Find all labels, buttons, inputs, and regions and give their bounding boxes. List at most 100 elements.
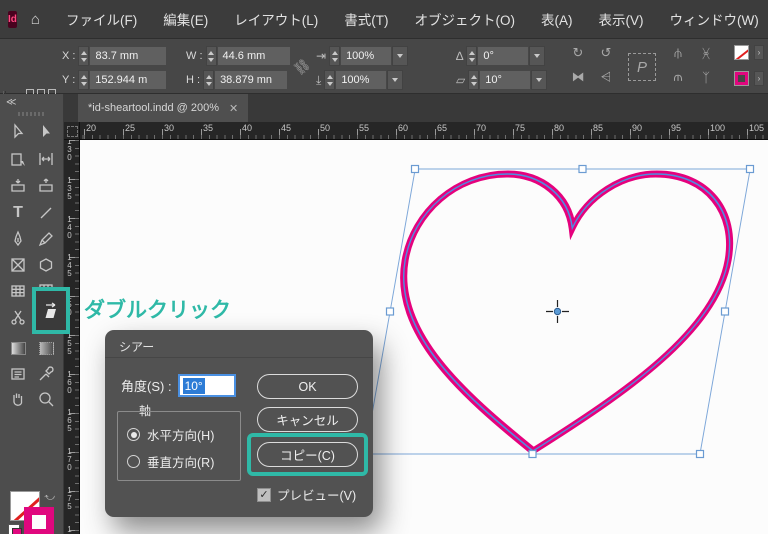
hand-tool[interactable] xyxy=(4,387,32,411)
fill-none-swatch[interactable] xyxy=(734,45,749,60)
dialog-title-separator xyxy=(105,357,373,358)
gap-tool[interactable] xyxy=(32,147,60,171)
copy-button[interactable]: コピー(C) xyxy=(257,442,358,467)
tab-close-icon[interactable]: ✕ xyxy=(229,102,238,115)
rotation-dropdown[interactable] xyxy=(529,46,546,66)
menu-object[interactable]: オブジェクト(O) xyxy=(414,9,515,29)
page-tool[interactable] xyxy=(4,147,32,171)
distribute-children-icon[interactable]: ⫛ xyxy=(668,43,688,63)
panel-drag-grip[interactable] xyxy=(18,112,46,116)
rotate-cw-icon[interactable]: ↻ xyxy=(568,43,588,63)
scale-y-dropdown[interactable] xyxy=(387,70,404,90)
scale-y-stepper[interactable] xyxy=(324,70,336,90)
shear-dialog: シアー 角度(S) : 10° OK キャンセル コピー(C) 軸 水平方向(H… xyxy=(105,330,373,517)
content-placer-tool[interactable] xyxy=(32,174,60,198)
h-field[interactable]: 38.879 mn xyxy=(214,70,289,90)
v-ruler-label: 140 xyxy=(65,214,74,239)
rotation-angle-icon: ∆ xyxy=(456,49,464,63)
home-icon[interactable]: ⌂ xyxy=(31,11,40,28)
pencil-tool[interactable] xyxy=(32,227,60,251)
menu-type[interactable]: 書式(T) xyxy=(344,9,388,29)
menu-edit[interactable]: 編集(E) xyxy=(163,9,208,29)
transform-center-target[interactable] xyxy=(546,300,569,323)
menu-window[interactable]: ウィンドウ(W) xyxy=(669,9,758,29)
menu-view[interactable]: 表示(V) xyxy=(598,9,643,29)
h-ruler-label: 55 xyxy=(359,123,370,133)
h-ruler-label: 75 xyxy=(515,123,526,133)
rotate-ccw-icon[interactable]: ↺ xyxy=(596,43,616,63)
rotation-field[interactable]: 0° xyxy=(477,46,530,66)
h-ruler-label: 50 xyxy=(320,123,331,133)
direct-selection-tool[interactable] xyxy=(32,120,60,144)
angle-input[interactable]: 10° xyxy=(177,374,236,397)
default-fill-stroke-icon[interactable] xyxy=(8,524,22,534)
select-container-icon[interactable]: P xyxy=(628,53,656,81)
flip-vertical-icon[interactable]: ⩤ xyxy=(596,67,616,87)
w-stepper[interactable] xyxy=(205,46,217,66)
collapse-panel-icon[interactable]: ≪ xyxy=(6,97,17,108)
h-ruler-label: 90 xyxy=(632,123,643,133)
swap-fill-stroke-icon[interactable]: ⤸ xyxy=(44,495,55,501)
scissors-tool[interactable] xyxy=(4,305,32,329)
menu-file[interactable]: ファイル(F) xyxy=(66,9,137,29)
h-stepper[interactable] xyxy=(203,70,215,90)
x-field[interactable]: 83.7 mm xyxy=(89,46,168,66)
scale-y-icon: ⤓ xyxy=(316,72,322,87)
shear-tool-highlight[interactable] xyxy=(32,287,70,334)
frame-tool[interactable] xyxy=(4,253,32,277)
shear-stepper[interactable] xyxy=(468,70,480,90)
x-label: X : xyxy=(62,50,76,62)
selection-tool[interactable] xyxy=(4,120,32,144)
ruler-origin-corner[interactable] xyxy=(64,122,80,140)
distribute-right-icon[interactable]: ᛉ xyxy=(696,67,716,87)
fill-expand-button[interactable]: › xyxy=(754,45,764,60)
shear-dropdown[interactable] xyxy=(531,70,548,90)
constrain-wh-icon[interactable]: ⛓ xyxy=(288,53,316,81)
scale-x-dropdown[interactable] xyxy=(392,46,409,66)
h-ruler-label: 25 xyxy=(125,123,136,133)
horizontal-radio[interactable] xyxy=(127,428,140,441)
vertical-ruler[interactable]: 130135140145150155160165170175180 xyxy=(64,140,80,534)
scale-x-stepper[interactable] xyxy=(329,46,341,66)
cancel-button[interactable]: キャンセル xyxy=(257,407,358,432)
vertical-radio[interactable] xyxy=(127,455,140,468)
distribute-siblings-icon[interactable]: ᚸ xyxy=(696,43,716,63)
ok-button[interactable]: OK xyxy=(257,374,358,399)
rotation-stepper[interactable] xyxy=(466,46,478,66)
gradient-swatch-tool[interactable] xyxy=(4,336,32,360)
horizontal-grid-tool[interactable] xyxy=(4,279,32,303)
x-stepper[interactable] xyxy=(78,46,90,66)
indesign-logo-icon[interactable]: Id xyxy=(8,10,17,28)
double-click-annotation: ダブルクリック xyxy=(84,299,231,322)
scale-y-field[interactable]: 100% xyxy=(335,70,388,90)
y-label: Y : xyxy=(62,74,76,86)
horizontal-ruler[interactable]: 2025303540455055606570758085909510010511… xyxy=(80,122,768,140)
type-tool[interactable]: T xyxy=(4,201,32,225)
tab-bar: *id-sheartool.indd @ 200% ✕ xyxy=(0,94,768,122)
note-tool[interactable] xyxy=(4,362,32,386)
stroke-magenta-swatch[interactable] xyxy=(734,71,749,86)
menu-table[interactable]: 表(A) xyxy=(541,9,573,29)
document-tab[interactable]: *id-sheartool.indd @ 200% ✕ xyxy=(78,94,249,122)
distribute-down-icon[interactable]: ⫙ xyxy=(668,67,688,87)
v-ruler-label: 145 xyxy=(65,253,74,278)
menu-layout[interactable]: レイアウト(L) xyxy=(234,9,318,29)
shear-field[interactable]: 10° xyxy=(479,70,532,90)
line-tool[interactable] xyxy=(32,201,60,225)
shape-tool[interactable] xyxy=(32,253,60,277)
zoom-tool[interactable] xyxy=(32,387,60,411)
eyedropper-tool[interactable] xyxy=(32,362,60,386)
y-field[interactable]: 152.944 m xyxy=(89,70,168,90)
v-ruler-label: 175 xyxy=(65,485,74,510)
content-collector-tool[interactable] xyxy=(4,174,32,198)
y-stepper[interactable] xyxy=(78,70,90,90)
gradient-feather-tool[interactable] xyxy=(32,336,60,360)
h-ruler-label: 20 xyxy=(86,123,97,133)
flip-horizontal-icon[interactable]: ⧓ xyxy=(568,67,588,87)
pen-tool[interactable] xyxy=(4,227,32,251)
w-field[interactable]: 44.6 mm xyxy=(216,46,291,66)
stroke-swatch[interactable] xyxy=(24,507,54,534)
preview-checkbox[interactable]: ✓ xyxy=(257,487,271,502)
stroke-expand-button[interactable]: › xyxy=(754,71,764,86)
scale-x-field[interactable]: 100% xyxy=(340,46,393,66)
